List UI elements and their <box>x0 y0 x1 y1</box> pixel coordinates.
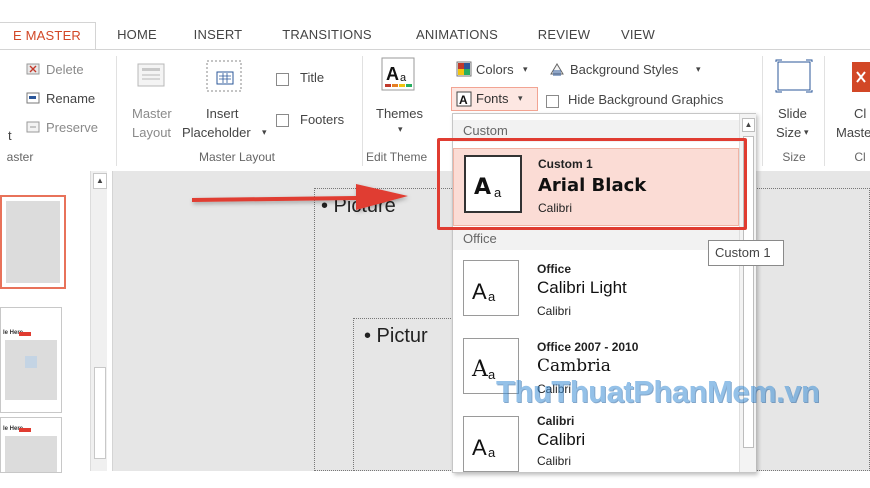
font-theme-name: Office 2007 - 2010 <box>537 340 639 354</box>
insert-layout-label-fragment: t <box>8 128 12 143</box>
font-body: Calibri <box>537 454 572 468</box>
slide-size-button-line2: Size <box>776 125 802 140</box>
tab-slide-master[interactable]: E MASTER <box>0 22 96 50</box>
master-layout-button[interactable]: Master <box>132 106 172 121</box>
tooltip: Custom 1 <box>708 240 784 266</box>
themes-icon: Aa <box>380 56 416 95</box>
edit-master-group-label: aster <box>6 150 34 164</box>
close-master-view-button[interactable]: Cl <box>854 106 866 121</box>
font-preview-glyph-small: a <box>488 445 496 460</box>
font-preview-glyph-small: a <box>488 289 496 304</box>
scroll-up-icon[interactable]: ▲ <box>742 118 755 132</box>
insert-placeholder-button[interactable]: Insert <box>206 106 239 121</box>
title-checkbox-label: Title <box>300 70 325 85</box>
highlight-box <box>437 138 747 230</box>
font-body: Calibri <box>537 304 572 318</box>
delete-icon <box>26 62 40 79</box>
slide-size-chevron-down-icon: ▾ <box>804 127 809 137</box>
preserve-button[interactable]: Preserve <box>46 120 98 135</box>
svg-text:A: A <box>459 93 468 107</box>
fonts-button-label: Fonts <box>476 91 509 106</box>
background-styles-button[interactable]: Background Styles <box>570 62 678 77</box>
chevron-down-icon: ▾ <box>262 127 267 137</box>
close-group-label: Cl <box>854 150 866 164</box>
master-layout-button-line2: Layout <box>132 125 172 140</box>
font-heading: Cambria <box>537 356 611 376</box>
thumbnail-pane: le Here le Here ▲ <box>0 171 113 473</box>
layout-thumbnail[interactable]: le Here <box>0 307 62 413</box>
font-theme-name: Calibri <box>537 414 575 428</box>
background-styles-chevron-down-icon: ▾ <box>696 64 701 74</box>
font-heading: Calibri <box>537 430 586 449</box>
tab-insert[interactable]: INSERT <box>187 22 249 48</box>
colors-icon <box>456 61 472 80</box>
title-checkbox[interactable] <box>276 73 289 86</box>
svg-text:A: A <box>386 64 399 84</box>
delete-button[interactable]: Delete <box>46 62 84 77</box>
fonts-button[interactable]: A Fonts ▾ <box>451 87 538 111</box>
fonts-chevron-down-icon: ▾ <box>518 93 523 103</box>
master-layout-icon <box>136 60 166 93</box>
font-preview-glyph: A <box>472 279 487 304</box>
font-preview-glyph-small: a <box>488 367 496 382</box>
red-arrow-icon <box>192 184 408 210</box>
colors-button[interactable]: Colors <box>476 62 514 77</box>
font-theme-name: Office <box>537 262 572 276</box>
tab-transitions[interactable]: TRANSITIONS <box>272 22 382 48</box>
font-item-office[interactable]: A a Office Calibri Light Calibri <box>453 254 739 332</box>
colors-chevron-down-icon: ▾ <box>523 64 528 74</box>
close-master-view-icon <box>852 62 870 95</box>
layout-thumbnail[interactable]: le Here <box>0 417 62 473</box>
layout-thumbnail-selected[interactable] <box>0 195 66 289</box>
themes-chevron-down-icon: ▾ <box>398 124 403 134</box>
font-heading: Calibri Light <box>537 278 627 297</box>
bullet-text: • Pictur <box>364 325 428 347</box>
section-header-office: Office <box>453 228 739 250</box>
background-styles-icon <box>548 60 566 81</box>
slide-size-icon <box>774 58 814 99</box>
master-layout-group-label: Master Layout <box>198 150 276 164</box>
svg-text:a: a <box>400 72 407 84</box>
tab-home[interactable]: HOME <box>109 22 165 48</box>
rename-button[interactable]: Rename <box>46 91 95 106</box>
insert-placeholder-icon <box>204 58 244 97</box>
font-preview-glyph: A <box>472 357 488 382</box>
close-master-view-button-line2: Maste <box>836 125 870 140</box>
watermark: ThuThuatPhanMem.vn <box>496 374 820 409</box>
size-group-label: Size <box>782 150 806 164</box>
hide-background-graphics-label: Hide Background Graphics <box>568 92 724 107</box>
scrollbar-thumb[interactable] <box>94 367 106 459</box>
tab-animations[interactable]: ANIMATIONS <box>402 22 512 48</box>
preserve-icon <box>26 120 42 137</box>
rename-icon <box>26 91 42 108</box>
tab-view[interactable]: VIEW <box>614 22 662 48</box>
fonts-icon: A <box>456 91 472 110</box>
font-preview-glyph: A <box>472 435 487 460</box>
font-item-calibri[interactable]: A a Calibri Calibri Calibri <box>453 410 739 488</box>
insert-placeholder-button-line2: Placeholder <box>182 125 251 140</box>
footers-checkbox[interactable] <box>276 114 289 127</box>
scroll-up-icon[interactable]: ▲ <box>93 173 107 189</box>
tab-review[interactable]: REVIEW <box>532 22 596 48</box>
footers-checkbox-label: Footers <box>300 112 345 127</box>
title-bar <box>0 0 870 22</box>
slide-size-button[interactable]: Slide <box>778 106 807 121</box>
thumbnail-scrollbar[interactable]: ▲ <box>90 171 107 471</box>
ribbon-tabs: E MASTER HOME INSERT TRANSITIONS ANIMATI… <box>0 22 870 50</box>
themes-button[interactable]: Themes <box>376 106 423 121</box>
hide-background-graphics-checkbox[interactable] <box>546 95 559 108</box>
